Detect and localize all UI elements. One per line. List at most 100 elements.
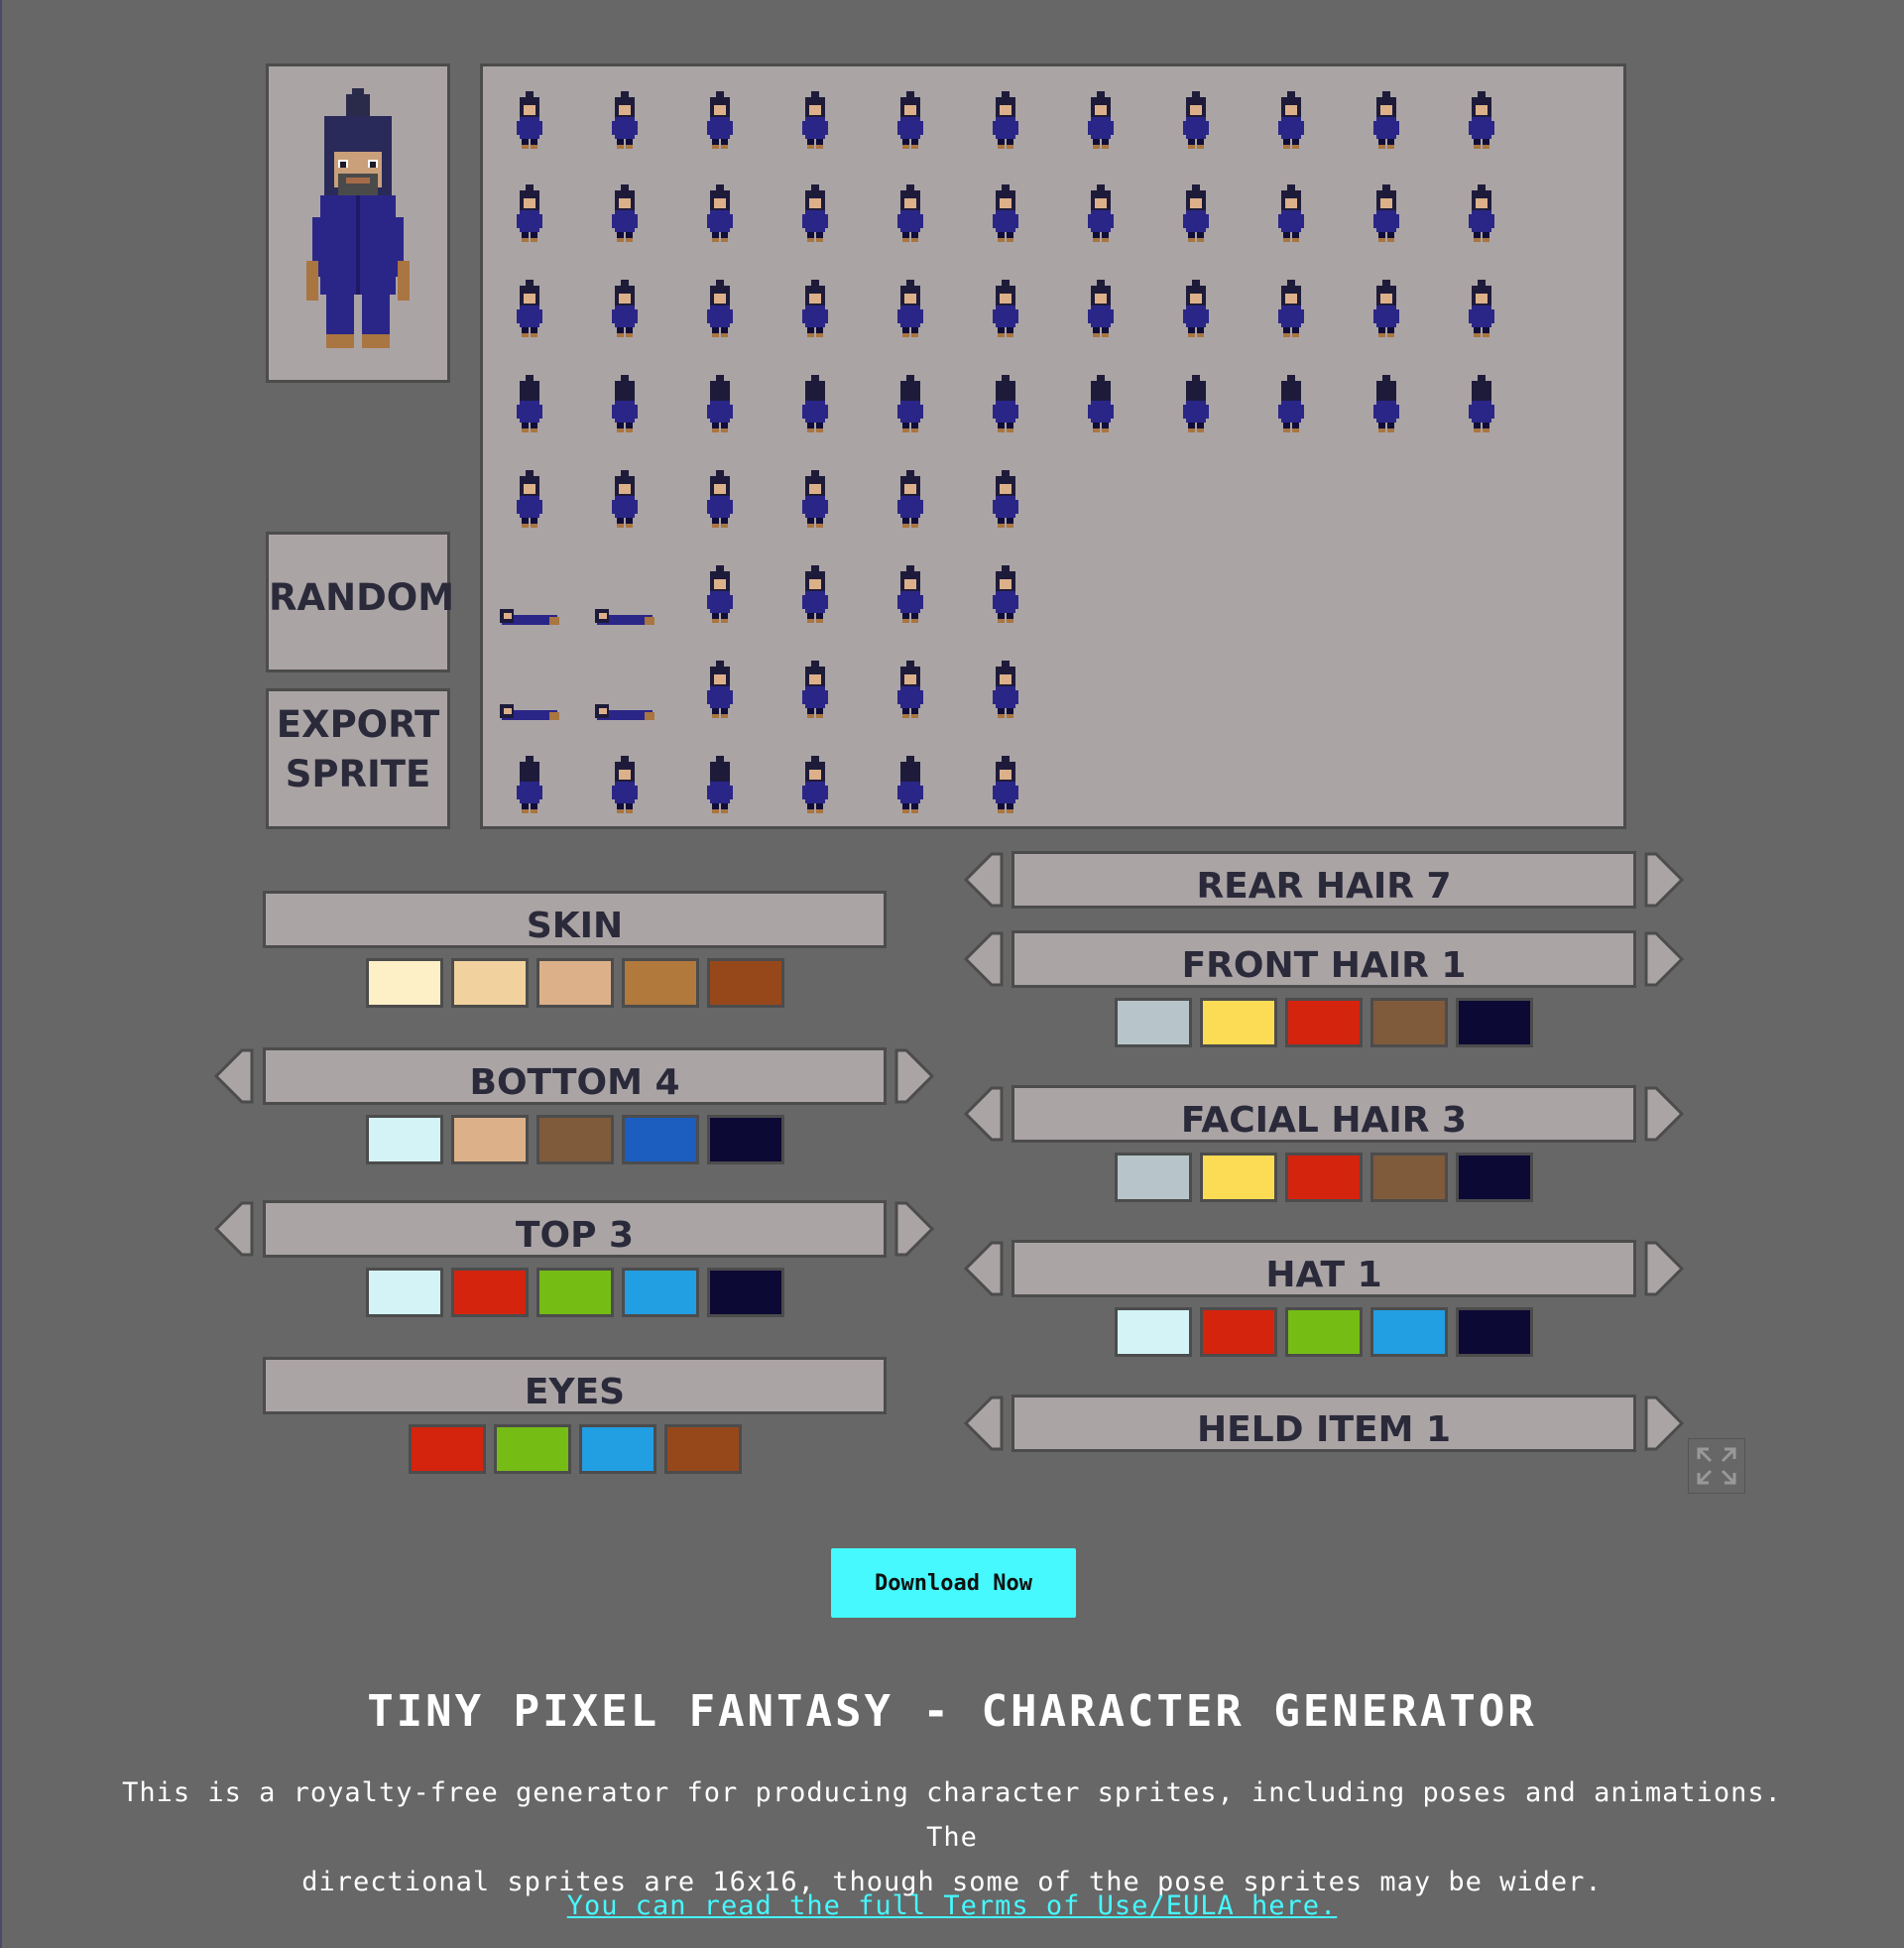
sprite-frame	[993, 661, 1018, 718]
sprite-frame	[707, 91, 733, 149]
skin-color-swatch[interactable]	[365, 958, 443, 1008]
random-button[interactable]: RANDOM	[266, 532, 454, 672]
skin-color-swatch[interactable]	[450, 958, 529, 1008]
eyes-color-swatch[interactable]	[578, 1424, 656, 1474]
sprite-frame	[612, 184, 638, 242]
eyes-color-swatch[interactable]	[493, 1424, 571, 1474]
sprite-frame	[897, 184, 923, 242]
front-hair-1-color-swatch[interactable]	[1370, 998, 1448, 1047]
skin-color-swatch[interactable]	[706, 958, 784, 1008]
skin-color-swatch[interactable]	[621, 958, 699, 1008]
front-hair-1-selector[interactable]: FRONT HAIR 1	[1012, 930, 1636, 988]
bottom-4-color-swatch[interactable]	[621, 1115, 699, 1164]
bottom-4-color-swatch[interactable]	[450, 1115, 529, 1164]
hat-1-color-swatch[interactable]	[1200, 1307, 1277, 1357]
sprite-frame	[1183, 280, 1209, 337]
sprite-frame	[993, 280, 1018, 337]
top-3-color-swatch[interactable]	[450, 1268, 529, 1317]
arrow-left-icon[interactable]	[964, 852, 1004, 908]
arrow-right-icon[interactable]	[1644, 1086, 1684, 1142]
export-sprite-button[interactable]: EXPORT SPRITE	[266, 688, 450, 829]
arrow-left-icon[interactable]	[964, 1086, 1004, 1142]
sprite-frame	[993, 91, 1018, 149]
hat-1-selector[interactable]: HAT 1	[1012, 1240, 1636, 1297]
sprite-frame	[897, 375, 923, 432]
top-3-selector[interactable]: TOP 3	[263, 1200, 887, 1258]
facial-hair-3-color-swatch[interactable]	[1115, 1153, 1192, 1202]
sprite-frame	[707, 375, 733, 432]
arrow-left-icon[interactable]	[964, 1241, 1004, 1296]
held-item-1-selector[interactable]: HELD ITEM 1	[1012, 1395, 1636, 1452]
facial-hair-3-color-swatch[interactable]	[1200, 1153, 1277, 1202]
page-edge	[0, 0, 2, 1948]
bottom-4-color-swatch[interactable]	[706, 1115, 784, 1164]
arrow-left-icon[interactable]	[964, 931, 1004, 987]
eyes-color-swatch[interactable]	[663, 1424, 742, 1474]
sprite-frame	[517, 91, 542, 149]
sprite-frame	[993, 756, 1018, 813]
sprite-frame	[707, 756, 733, 813]
arrow-left-icon[interactable]	[214, 1048, 254, 1104]
rear-hair-7-selector[interactable]: REAR HAIR 7	[1012, 851, 1636, 909]
page-title: TINY PIXEL FANTASY - CHARACTER GENERATOR	[367, 1686, 1537, 1737]
sprite-frame	[1183, 91, 1209, 149]
bottom-4-color-swatch[interactable]	[536, 1115, 614, 1164]
sprite-frame	[993, 375, 1018, 432]
sprite-frame	[1088, 280, 1114, 337]
front-hair-1-color-swatch[interactable]	[1200, 998, 1277, 1047]
facial-hair-3-color-swatch[interactable]	[1370, 1153, 1448, 1202]
sprite-frame	[707, 184, 733, 242]
sprite-frame	[1088, 375, 1114, 432]
arrow-right-icon[interactable]	[1644, 852, 1684, 908]
sprite-frame	[517, 756, 542, 813]
eula-link[interactable]: You can read the full Terms of Use/EULA …	[0, 1890, 1904, 1921]
arrow-left-icon[interactable]	[964, 1396, 1004, 1451]
hat-1-color-swatch[interactable]	[1115, 1307, 1192, 1357]
sprite-frame	[1278, 375, 1304, 432]
description-line-1: This is a royalty-free generator for pro…	[122, 1777, 1782, 1853]
download-now-button[interactable]: Download Now	[831, 1548, 1076, 1618]
facial-hair-3-selector[interactable]: FACIAL HAIR 3	[1012, 1085, 1636, 1143]
sprite-frame	[993, 184, 1018, 242]
arrow-right-icon[interactable]	[1644, 1241, 1684, 1296]
top-3-color-swatch[interactable]	[536, 1268, 614, 1317]
arrow-right-icon[interactable]	[894, 1201, 934, 1257]
sprite-frame	[1469, 184, 1494, 242]
top-3-color-swatch[interactable]	[365, 1268, 443, 1317]
top-3-color-swatch[interactable]	[621, 1268, 699, 1317]
sprite-frame	[802, 91, 828, 149]
sprite-frame	[612, 91, 638, 149]
arrow-right-icon[interactable]	[894, 1048, 934, 1104]
facial-hair-3-color-swatch[interactable]	[1285, 1153, 1363, 1202]
skin-color-swatch[interactable]	[536, 958, 614, 1008]
description: This is a royalty-free generator for pro…	[89, 1770, 1815, 1904]
arrow-left-icon[interactable]	[214, 1201, 254, 1257]
sprite-frame	[595, 609, 654, 625]
sprite-frame	[802, 661, 828, 718]
hat-1-color-swatch[interactable]	[1456, 1307, 1533, 1357]
arrow-right-icon[interactable]	[1644, 1396, 1684, 1451]
facial-hair-3-color-swatch[interactable]	[1456, 1153, 1533, 1202]
bottom-4-color-swatch[interactable]	[365, 1115, 443, 1164]
sprite-frame	[897, 280, 923, 337]
front-hair-1-color-swatch[interactable]	[1115, 998, 1192, 1047]
sprite-frame	[1469, 375, 1494, 432]
sprite-frame	[897, 91, 923, 149]
sprite-frame	[1278, 184, 1304, 242]
hat-1-color-swatch[interactable]	[1285, 1307, 1363, 1357]
top-3-color-swatch[interactable]	[706, 1268, 784, 1317]
export-label-line1: EXPORT	[276, 703, 440, 746]
bottom-4-selector[interactable]: BOTTOM 4	[263, 1047, 887, 1105]
sprite-frame	[897, 565, 923, 623]
fullscreen-icon[interactable]	[1688, 1438, 1745, 1494]
sprite-frame	[707, 661, 733, 718]
eyes-color-swatch[interactable]	[408, 1424, 486, 1474]
arrow-right-icon[interactable]	[1644, 931, 1684, 987]
sprite-frame	[500, 609, 559, 625]
sprite-frame	[707, 565, 733, 623]
front-hair-1-color-swatch[interactable]	[1285, 998, 1363, 1047]
hat-1-color-swatch[interactable]	[1370, 1307, 1448, 1357]
front-hair-1-color-swatch[interactable]	[1456, 998, 1533, 1047]
eyes-selector[interactable]: EYES	[263, 1357, 887, 1414]
skin-selector[interactable]: SKIN	[263, 891, 887, 948]
